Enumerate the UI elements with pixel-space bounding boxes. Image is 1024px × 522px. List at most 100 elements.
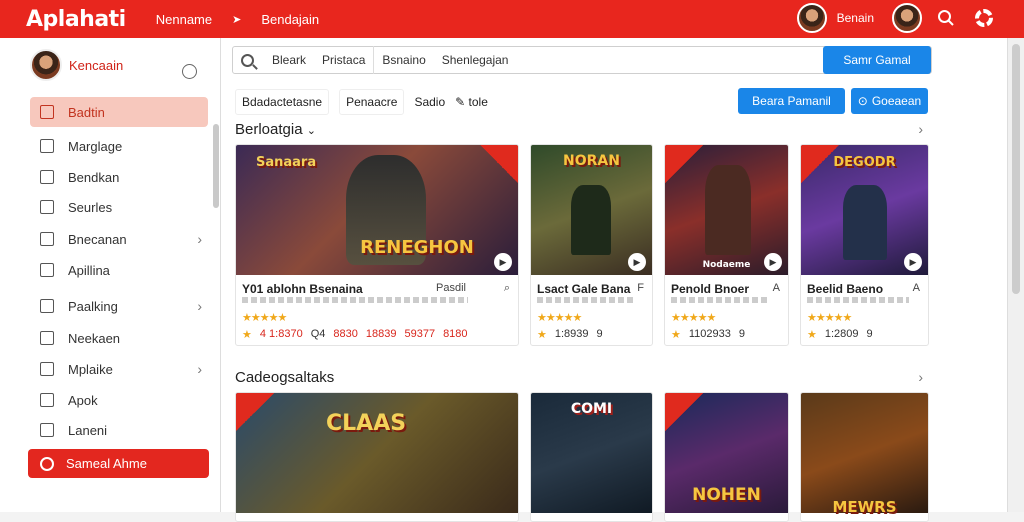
game-description: [807, 297, 909, 303]
sidebar-scrollbar[interactable]: [213, 124, 219, 208]
game-description: [537, 297, 634, 303]
game-card[interactable]: MEWRS: [800, 392, 929, 522]
sidebar-item-8[interactable]: Neekaen: [30, 323, 208, 353]
filter-chip-3[interactable]: Sadio: [414, 95, 445, 109]
gear-icon[interactable]: [970, 4, 998, 32]
game-art-title: CLAAS: [326, 411, 407, 436]
topnav-item-2[interactable]: Bendajain: [261, 12, 319, 27]
game-subtitle: F: [637, 282, 644, 294]
corner-tag: [480, 145, 518, 183]
play-icon[interactable]: ▶: [628, 253, 646, 271]
lock-icon: [40, 362, 54, 376]
chevron-right-icon[interactable]: ›: [918, 369, 923, 385]
arrow-icon: ➤: [232, 13, 242, 26]
corner-tag: [236, 393, 274, 431]
game-art-corner: Sanaara: [256, 155, 317, 170]
sidebar-item-7[interactable]: Paalking ›: [30, 291, 208, 321]
search-icon[interactable]: [932, 4, 960, 32]
sidebar-item-2[interactable]: Marglage: [30, 131, 208, 161]
sidebar-item-label: Marglage: [68, 138, 123, 154]
pin-icon: ✎: [455, 95, 469, 109]
game-art-title: COMI: [570, 401, 613, 417]
chevron-right-icon[interactable]: ›: [918, 121, 923, 137]
primary-button-1[interactable]: Beara Pamanil: [738, 88, 845, 114]
gamepad-icon: [40, 139, 54, 153]
star-rating: ★★★★★: [242, 312, 287, 324]
avatar-secondary[interactable]: [892, 3, 922, 33]
sidebar-item-11[interactable]: Laneni: [30, 415, 208, 445]
search-filter-2[interactable]: Bsnaino: [374, 53, 433, 67]
sidebar-item-9[interactable]: Mplaike ›: [30, 354, 208, 384]
game-art-title: DEGODR: [833, 155, 896, 170]
star-rating: ★★★★★: [807, 312, 852, 324]
topnav-item-1[interactable]: Nenname: [156, 12, 212, 27]
game-title: Penold Bnoer: [671, 282, 750, 296]
sidebar-item-10[interactable]: Apok: [30, 385, 208, 415]
primary-button-2[interactable]: ⊙ Goeaean: [851, 88, 928, 114]
game-description: [242, 297, 468, 303]
sidebar-item-6[interactable]: Apillina: [30, 255, 208, 285]
sidebar-item-5[interactable]: Bnecanan ›: [30, 224, 208, 254]
game-art: COMI: [531, 393, 652, 513]
game-card[interactable]: NOHEN: [664, 392, 789, 522]
game-card[interactable]: COMI: [530, 392, 653, 522]
meta-value: 18839: [365, 328, 397, 340]
filter-chip-2[interactable]: Penaacre: [339, 89, 405, 115]
game-art: NOHEN: [665, 393, 788, 513]
sidebar-user-name: Kencaain: [69, 57, 124, 73]
edit-icon: [40, 200, 54, 214]
search-filter-1[interactable]: Pristaca: [314, 53, 373, 67]
corner-tag: [665, 393, 703, 431]
game-title: Y01 ablohn Bsenaina: [242, 282, 363, 296]
game-art-title: NOHEN: [692, 485, 761, 505]
main-content: Bleark Pristaca Bsnaino Shenlegajan Samr…: [221, 38, 1007, 522]
circle-menu-icon[interactable]: [182, 64, 197, 79]
filter-chip-1[interactable]: Bdadactetasne: [235, 89, 330, 115]
sidebar-item-1[interactable]: Badtin: [30, 97, 208, 127]
page-scrollbar[interactable]: [1007, 38, 1024, 512]
scrollbar-thumb[interactable]: [1012, 44, 1020, 294]
game-art-title: MEWRS: [832, 498, 897, 516]
game-card[interactable]: CLAAS: [235, 392, 519, 522]
search-filter-3[interactable]: Shenlegajan: [434, 53, 517, 67]
game-meta: ★ 1102933 9: [671, 328, 745, 341]
sidebar-item-4[interactable]: Seurles: [30, 192, 208, 222]
play-icon[interactable]: ▶: [904, 253, 922, 271]
game-card[interactable]: Nodaeme ▶ Penold Bnoer A ★★★★★ ★ 1102933…: [664, 144, 789, 346]
sidebar-cta-button[interactable]: Sameal Ahme: [28, 449, 209, 478]
game-card[interactable]: Sanaara RENEGHON ▶ Y01 ablohn Bsenaina P…: [235, 144, 519, 346]
meta-value: Q4: [310, 328, 326, 340]
game-card[interactable]: NORAN ▶ Lsact Gale Bana F ★★★★★ ★ 1:8939…: [530, 144, 653, 346]
section-title-2[interactable]: Cadeogsaltaks: [235, 369, 334, 386]
search-icon[interactable]: ⌕: [504, 282, 510, 295]
game-art-title: RENEGHON: [360, 237, 474, 258]
circle-icon: [40, 456, 54, 471]
filter-chip-4[interactable]: ✎ tole: [455, 95, 488, 109]
app-logo[interactable]: Aplahati: [26, 7, 126, 32]
sidebar-item-label: Apok: [68, 392, 98, 408]
sidebar-item-label: Bnecanan: [68, 231, 127, 247]
game-title: Lsact Gale Bana: [537, 282, 631, 296]
game-card[interactable]: DEGODR ▶ Beelid Baeno A ★★★★★ ★ 1:2809 9: [800, 144, 929, 346]
section-title-1[interactable]: Berloatgia ⌄: [235, 121, 316, 138]
grid-icon: [40, 105, 54, 119]
calendar-icon: [40, 232, 54, 246]
meta-value: 9: [596, 328, 603, 340]
top-user-name[interactable]: Benain: [837, 11, 874, 25]
game-subtitle: A: [772, 282, 780, 294]
chevron-right-icon: ›: [197, 298, 202, 314]
search-icon: [241, 53, 254, 67]
sidebar-item-3[interactable]: Bendkan: [30, 162, 208, 192]
play-icon[interactable]: ▶: [494, 253, 512, 271]
search-input[interactable]: Bleark: [264, 53, 314, 67]
meta-value: 1:2809: [824, 328, 859, 340]
play-icon[interactable]: ▶: [764, 253, 782, 271]
sidebar-item-label: Neekaen: [68, 330, 121, 346]
search-button[interactable]: Samr Gamal: [823, 46, 931, 74]
sidebar-item-label: Mplaike: [68, 361, 113, 377]
top-right: Benain: [796, 3, 998, 33]
avatar[interactable]: [796, 3, 827, 33]
meta-value: 4 1:8370: [259, 328, 303, 340]
star-icon: ★: [671, 329, 681, 341]
sidebar: Kencaain Badtin Marglage Bendkan Seurles…: [0, 38, 221, 512]
